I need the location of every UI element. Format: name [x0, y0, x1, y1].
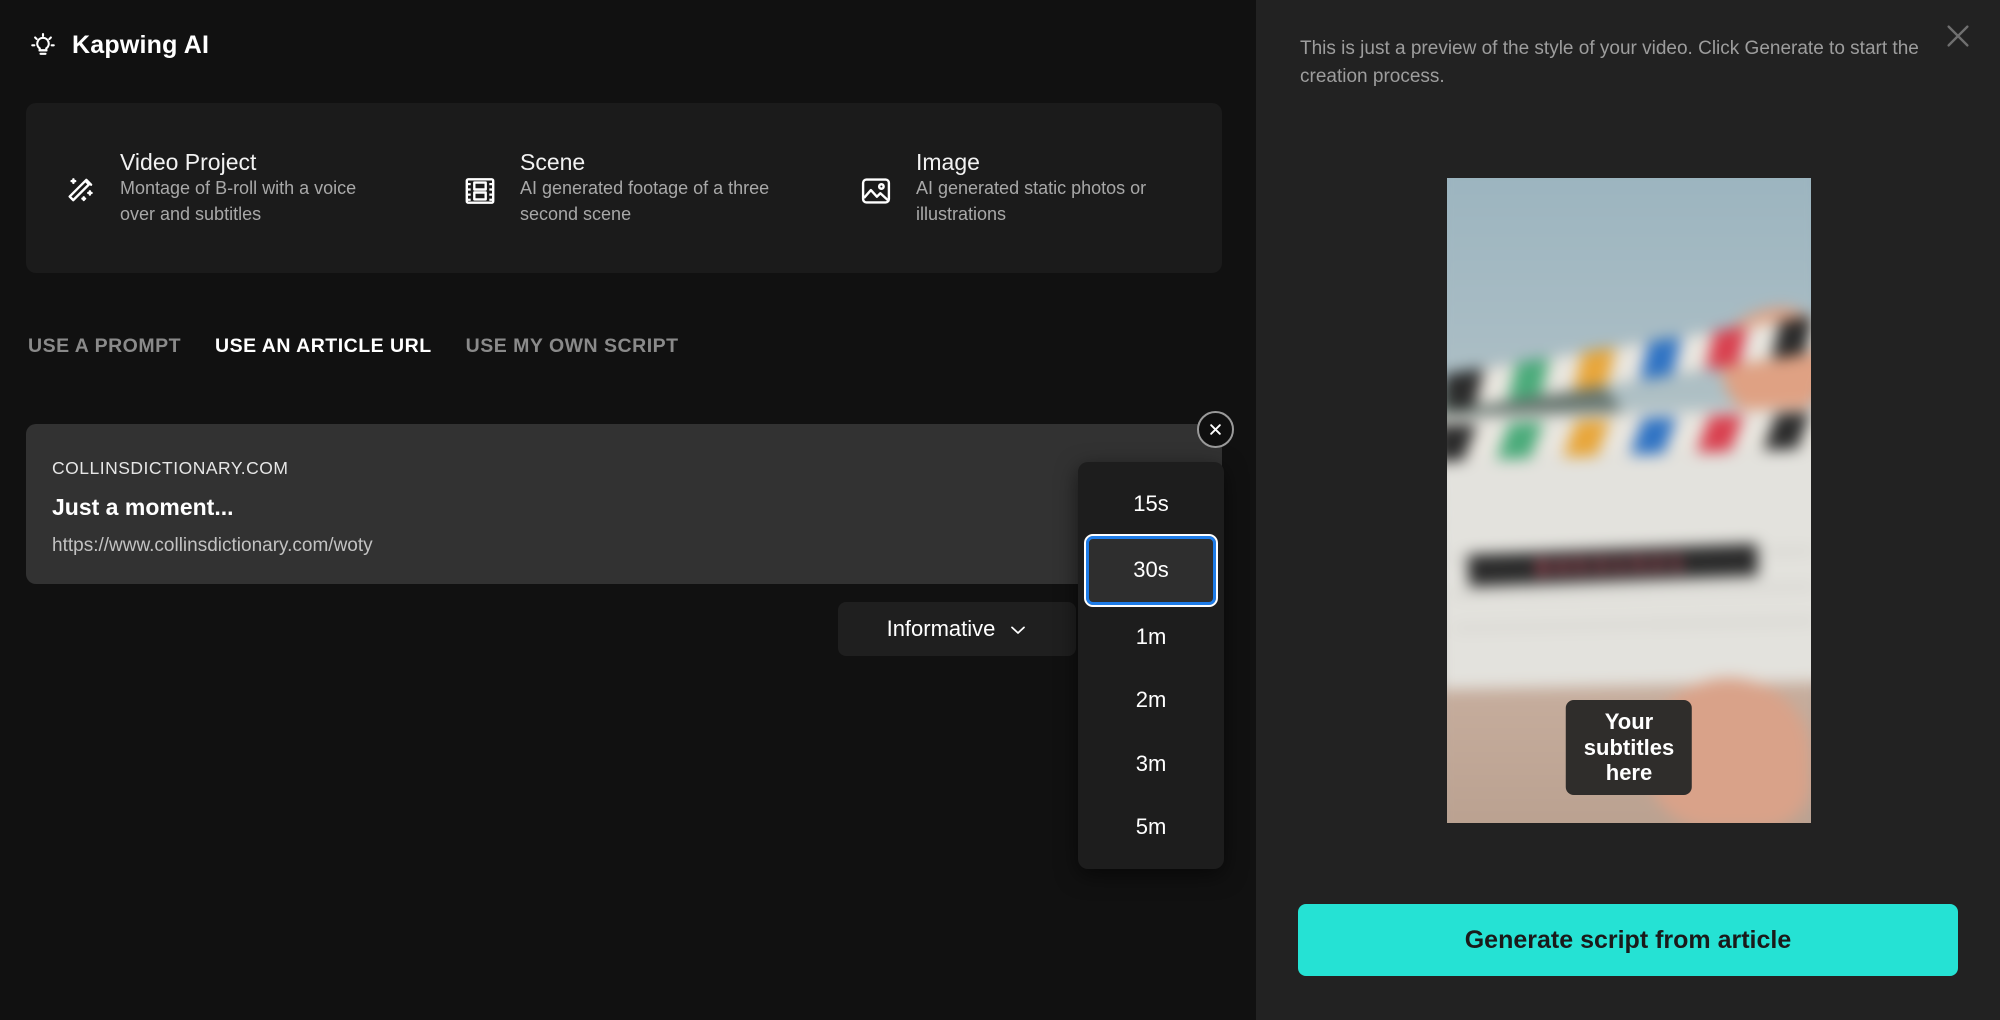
brand-title: Kapwing AI — [72, 31, 209, 60]
tab-use-a-prompt[interactable]: USE A PROMPT — [28, 335, 181, 358]
chevron-down-icon — [1009, 623, 1027, 635]
generate-script-button[interactable]: Generate script from article — [1298, 904, 1958, 976]
duration-option-15s[interactable]: 15s — [1086, 472, 1216, 536]
source-mode-tabs: USE A PROMPT USE AN ARTICLE URL USE MY O… — [28, 335, 679, 358]
close-icon[interactable] — [1938, 16, 1978, 56]
image-icon — [858, 173, 894, 209]
preview-note: This is just a preview of the style of y… — [1300, 35, 1920, 91]
project-type-description: AI generated static photos or illustrati… — [916, 176, 1186, 227]
ai-creation-left-panel: Kapwing AI Video Project Montage of B-ro… — [0, 0, 1256, 1020]
tone-dropdown-value: Informative — [887, 616, 996, 642]
article-card[interactable]: COLLINSDICTIONARY.COM Just a moment... h… — [26, 424, 1222, 584]
project-type-title: Scene — [520, 149, 585, 175]
article-source: COLLINSDICTIONARY.COM — [52, 458, 1222, 479]
magic-wand-icon — [62, 173, 98, 209]
duration-option-2m[interactable]: 2m — [1086, 669, 1216, 733]
preview-counter: 04531521 — [1468, 543, 1758, 586]
duration-option-3m[interactable]: 3m — [1086, 732, 1216, 796]
project-type-option-image[interactable]: Image AI generated static photos or illu… — [822, 149, 1212, 227]
close-circle-icon[interactable] — [1197, 411, 1234, 448]
duration-dropdown-menu: 15s 30s 1m 2m 3m 5m — [1078, 462, 1224, 869]
video-style-preview: 04531521 Your subtitles here — [1447, 178, 1811, 823]
project-type-title: Video Project — [120, 149, 256, 175]
duration-option-5m[interactable]: 5m — [1086, 796, 1216, 860]
project-type-option-scene[interactable]: Scene AI generated footage of a three se… — [426, 149, 822, 227]
project-type-option-video-project[interactable]: Video Project Montage of B-roll with a v… — [26, 149, 426, 227]
tab-use-my-own-script[interactable]: USE MY OWN SCRIPT — [466, 335, 679, 358]
duration-option-30s[interactable]: 30s — [1086, 536, 1216, 606]
duration-option-1m[interactable]: 1m — [1086, 605, 1216, 669]
project-type-card: Video Project Montage of B-roll with a v… — [26, 103, 1222, 273]
project-type-description: AI generated footage of a three second s… — [520, 176, 790, 227]
article-url: https://www.collinsdictionary.com/woty — [52, 535, 1222, 557]
article-title: Just a moment... — [52, 494, 1222, 521]
film-strip-icon — [462, 173, 498, 209]
project-type-description: Montage of B-roll with a voice over and … — [120, 176, 390, 227]
project-type-title: Image — [916, 149, 980, 175]
tone-dropdown-button[interactable]: Informative — [838, 602, 1076, 656]
tab-use-an-article-url[interactable]: USE AN ARTICLE URL — [215, 335, 432, 358]
lightbulb-icon — [28, 30, 58, 60]
subtitle-preview: Your subtitles here — [1566, 700, 1692, 795]
brand: Kapwing AI — [28, 30, 209, 60]
